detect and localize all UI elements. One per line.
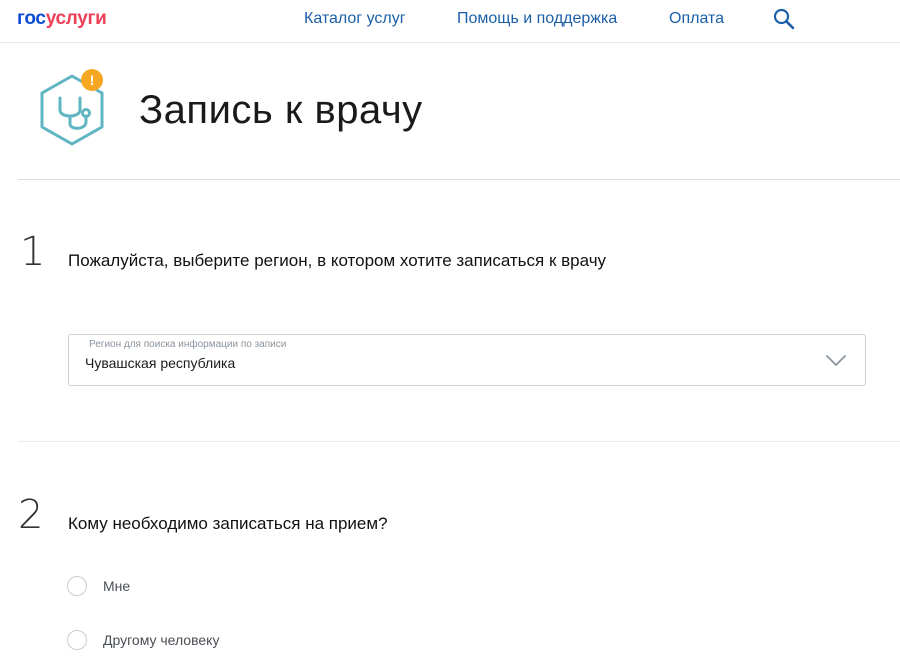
- search-icon: [773, 8, 795, 30]
- region-select[interactable]: Регион для поиска информации по записи Ч…: [68, 334, 866, 386]
- region-select-label: Регион для поиска информации по записи: [89, 339, 287, 350]
- alert-badge-icon: !: [81, 69, 103, 91]
- step-1-question: Пожалуйста, выберите регион, в котором х…: [68, 251, 607, 270]
- nav-catalog-link[interactable]: Каталог услуг: [304, 10, 406, 28]
- service-icon: !: [36, 68, 108, 148]
- step-divider: [18, 441, 900, 442]
- radio-circle[interactable]: [67, 576, 87, 596]
- alert-badge-text: !: [90, 72, 95, 88]
- gosuslugi-logo[interactable]: госуслуги: [17, 8, 107, 30]
- nav-payment-link[interactable]: Оплата: [669, 10, 724, 28]
- step-2-number: 2: [18, 492, 44, 538]
- logo-part-uslugi: услуги: [45, 8, 107, 29]
- nav-help-link[interactable]: Помощь и поддержка: [457, 10, 617, 28]
- radio-label-me: Мне: [103, 578, 131, 594]
- page: госуслуги Каталог услуг Помощь и поддерж…: [0, 0, 900, 664]
- search-button[interactable]: [772, 7, 796, 31]
- region-select-value: Чувашская республика: [85, 355, 236, 371]
- chevron-down-icon: [826, 355, 846, 366]
- logo-part-gos: гос: [17, 8, 46, 29]
- title-divider: [18, 179, 900, 180]
- radio-label-other-person: Другому человеку: [103, 632, 220, 648]
- step-1-number: 1: [20, 229, 46, 275]
- radio-circle[interactable]: [67, 630, 87, 650]
- page-title: Запись к врачу: [139, 88, 423, 132]
- step-2-question: Кому необходимо записаться на прием?: [68, 514, 388, 533]
- top-header: госуслуги Каталог услуг Помощь и поддерж…: [0, 0, 900, 43]
